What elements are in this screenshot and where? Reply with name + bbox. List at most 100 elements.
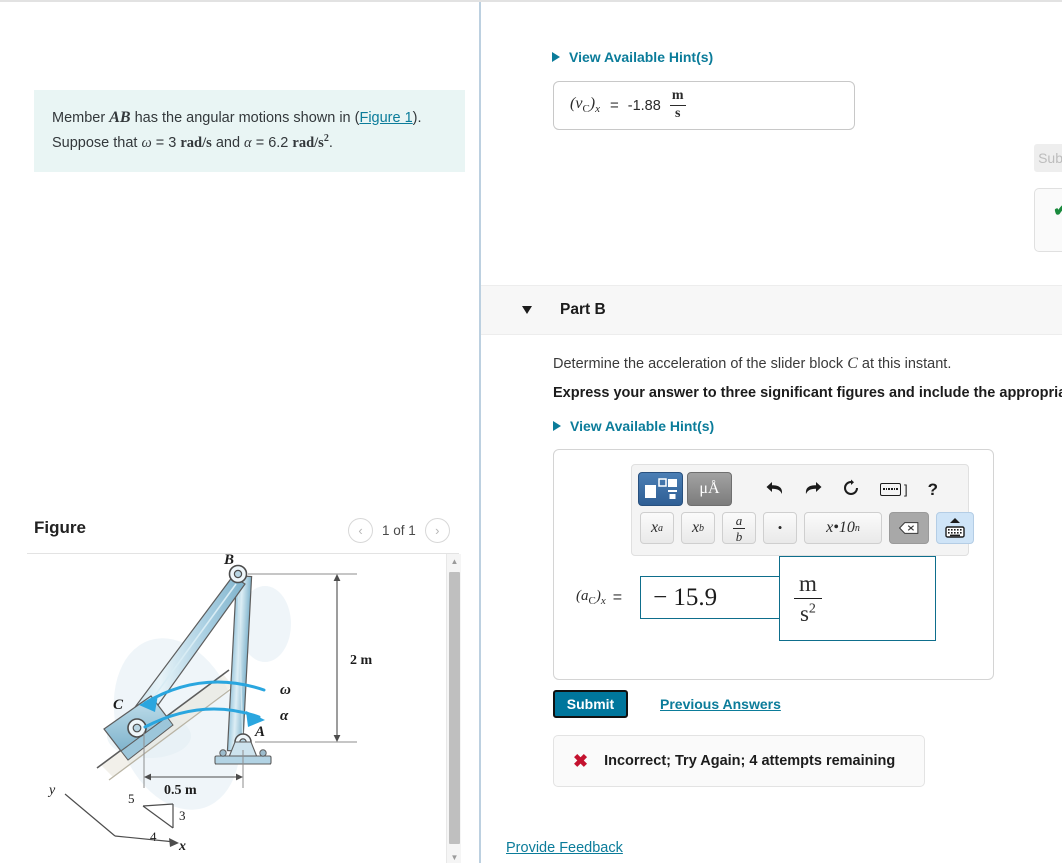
part-b-question-var: C: [847, 355, 858, 372]
key-superscript[interactable]: xa: [640, 512, 674, 544]
part-b-hints-toggle[interactable]: View Available Hint(s): [553, 418, 714, 434]
part-b-header[interactable]: Part B: [481, 285, 1062, 335]
units-toggle-icon[interactable]: μÅ: [687, 472, 732, 506]
member-label: AB: [109, 109, 131, 126]
label-B: B: [223, 554, 234, 568]
key-fraction-den: b: [735, 528, 743, 544]
key-subscript-base: x: [691, 519, 700, 536]
part-b-hints-label: View Available Hint(s): [570, 418, 715, 434]
figure-scrollbar[interactable]: ▲ ▼: [446, 554, 461, 863]
omega-units: rad/s: [180, 134, 212, 151]
keyboard-up-icon: [945, 518, 965, 538]
math-toolbar-row-1: μÅ ] ?: [638, 470, 962, 508]
part-a-answer-label: (vC)x: [570, 95, 600, 115]
math-toolbar: μÅ ] ? x a x b a b • x• 10 n: [631, 464, 974, 556]
check-icon: ✔: [1053, 200, 1062, 237]
part-b-submit-button[interactable]: Submit: [553, 690, 628, 718]
part-b-answer-label: (aC)x: [576, 588, 606, 607]
backspace-icon: [899, 522, 919, 534]
part-a-hints-label: View Available Hint(s): [569, 49, 714, 65]
part-b-answer-panel: μÅ ] ? x a x b a b • x• 10 n (aC)x = − 1…: [553, 449, 994, 680]
figure-pager: ‹ 1 of 1 ›: [348, 518, 450, 543]
axis-y-label: y: [47, 783, 56, 798]
scroll-up-arrow-icon[interactable]: ▲: [447, 554, 462, 569]
part-b-unit-numerator: m: [794, 572, 822, 599]
key-scientific-notation[interactable]: x• 10 n: [804, 512, 882, 544]
problem-line2-end: .: [328, 134, 333, 151]
figure-next-button[interactable]: ›: [424, 518, 450, 543]
part-b-units-fraction: m s2: [794, 572, 822, 625]
math-toolbar-actions: ] ?: [766, 479, 938, 500]
label-A: A: [254, 724, 265, 740]
part-b-feedback-text: Incorrect; Try Again; 4 attempts remaini…: [604, 753, 896, 769]
key-sci-mantissa: 10: [838, 519, 855, 536]
part-b-unit-den-exp: 2: [808, 601, 816, 617]
part-b-previous-answers-link[interactable]: Previous Answers: [660, 696, 781, 712]
figure-diagram: 2 m 0.5 m 5 3 4 x y B A C ω α: [27, 554, 446, 863]
part-a-answer-box: (vC)x = -1.88 m s: [553, 81, 855, 130]
part-b-title: Part B: [560, 301, 606, 318]
redo-icon[interactable]: [804, 480, 822, 499]
math-template-toggle-icon[interactable]: [638, 472, 683, 506]
alpha-symbol: α: [244, 134, 252, 151]
part-b-unit-denominator: s2: [795, 599, 821, 625]
axis-x-label: x: [178, 839, 186, 854]
triangle-horiz-label: 4: [150, 829, 157, 844]
scrollbar-thumb[interactable]: [449, 572, 460, 844]
key-sci-exp: n: [854, 522, 860, 534]
part-b-feedback-incorrect: ✖ Incorrect; Try Again; 4 attempts remai…: [553, 735, 925, 787]
key-fraction[interactable]: a b: [722, 512, 756, 544]
template-glyph-icon: [644, 478, 677, 499]
figure-prev-button[interactable]: ‹: [348, 518, 373, 543]
mechanism-svg: 2 m 0.5 m 5 3 4 x y B A C ω α: [47, 554, 373, 854]
undo-icon[interactable]: [766, 480, 784, 499]
problem-eq2: = 6.2: [251, 134, 293, 151]
part-b-unit-den-base: s: [799, 601, 809, 626]
problem-line1-post: ).: [412, 110, 422, 126]
part-b-label-base: (a: [576, 588, 589, 604]
triangle-vert-label: 3: [179, 808, 186, 823]
key-fraction-num: a: [732, 514, 746, 529]
figure-1-link[interactable]: Figure 1: [359, 110, 412, 126]
problem-line2-pre: Suppose that: [52, 134, 142, 151]
problem-statement: Member AB has the angular motions shown …: [34, 90, 465, 173]
key-toggle-keyboard[interactable]: [936, 512, 974, 544]
reset-icon[interactable]: [842, 479, 860, 500]
label-C: C: [113, 697, 124, 713]
scroll-down-arrow-icon[interactable]: ▼: [447, 850, 462, 863]
part-a-label-base: (v: [570, 95, 583, 113]
part-b-question-post: at this instant.: [857, 356, 952, 372]
part-a-submit-button: Submit: [1034, 144, 1062, 172]
chevron-down-icon: [522, 306, 532, 314]
label-omega: ω: [280, 682, 291, 698]
problem-eq1: = 3: [151, 134, 181, 151]
keyboard-glyph-icon: [880, 482, 901, 496]
problem-and: and: [211, 134, 245, 151]
label-alpha: α: [280, 708, 289, 724]
omega-symbol: ω: [141, 134, 152, 151]
part-b-answer-row: (aC)x = − 15.9: [576, 576, 798, 619]
key-multiply-dot[interactable]: •: [763, 512, 797, 544]
part-a-hints-toggle[interactable]: View Available Hint(s): [552, 49, 713, 65]
provide-feedback-link[interactable]: Provide Feedback: [506, 840, 623, 856]
key-sci-base: x•: [826, 519, 839, 536]
key-subscript[interactable]: xb: [681, 512, 715, 544]
help-icon[interactable]: ?: [928, 481, 938, 498]
mastering-physics-problem-page: Member AB has the angular motions shown …: [0, 0, 1062, 863]
part-b-submit-row: Submit Previous Answers: [553, 690, 781, 718]
figure-page-label: 1 of 1: [382, 523, 416, 538]
part-a-equals: =: [610, 97, 619, 114]
part-b-label-axis: x: [600, 595, 606, 607]
part-a-feedback-correct: ✔ Correct Here we learn to determine the…: [1034, 188, 1062, 252]
chevron-right-icon: [552, 52, 560, 62]
key-backspace[interactable]: [889, 512, 929, 544]
problem-line1-mid: has the angular motions shown in (: [130, 110, 360, 126]
part-b-question-pre: Determine the acceleration of the slider…: [553, 356, 848, 372]
keyboard-icon[interactable]: ]: [880, 481, 908, 497]
problem-line1-pre: Member: [52, 110, 110, 126]
part-b-units-input[interactable]: m s2: [779, 556, 936, 641]
part-a-unit-denominator: s: [674, 106, 681, 121]
x-icon: ✖: [573, 750, 589, 771]
part-b-answer-input[interactable]: − 15.9: [640, 576, 798, 619]
keyboard-bracket: ]: [904, 481, 908, 497]
